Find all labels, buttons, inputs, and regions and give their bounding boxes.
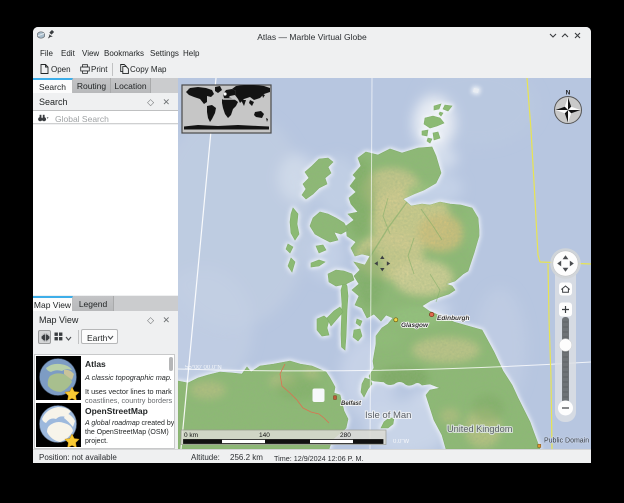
svg-text:Belfast: Belfast xyxy=(341,401,362,407)
svg-text:United Kingdom: United Kingdom xyxy=(447,424,513,434)
svg-text:280: 280 xyxy=(340,432,351,439)
svg-text:Glasgow: Glasgow xyxy=(401,322,429,329)
svg-text:0 km: 0 km xyxy=(184,432,198,439)
svg-text:N: N xyxy=(566,90,571,97)
svg-text:0.0"W: 0.0"W xyxy=(393,439,409,445)
svg-text:Public Domain: Public Domain xyxy=(544,438,589,445)
svg-text:Edinburgh: Edinburgh xyxy=(437,315,470,322)
svg-text:55°00' 00.0"N: 55°00' 00.0"N xyxy=(185,365,222,371)
svg-text:140: 140 xyxy=(259,432,270,439)
svg-text:Isle of Man: Isle of Man xyxy=(365,410,411,421)
